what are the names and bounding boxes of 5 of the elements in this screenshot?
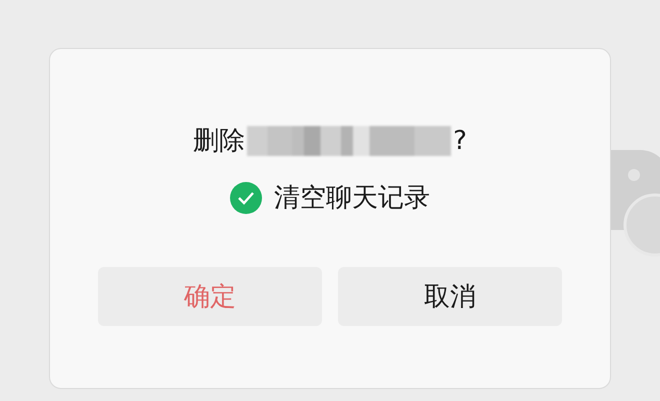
cancel-button[interactable]: 取消 <box>338 267 562 326</box>
dialog-title: 删除 <box>193 125 246 158</box>
checkbox[interactable] <box>230 182 262 214</box>
option-label: 清空聊天记录 <box>274 182 430 215</box>
question-mark: ? <box>453 126 467 156</box>
